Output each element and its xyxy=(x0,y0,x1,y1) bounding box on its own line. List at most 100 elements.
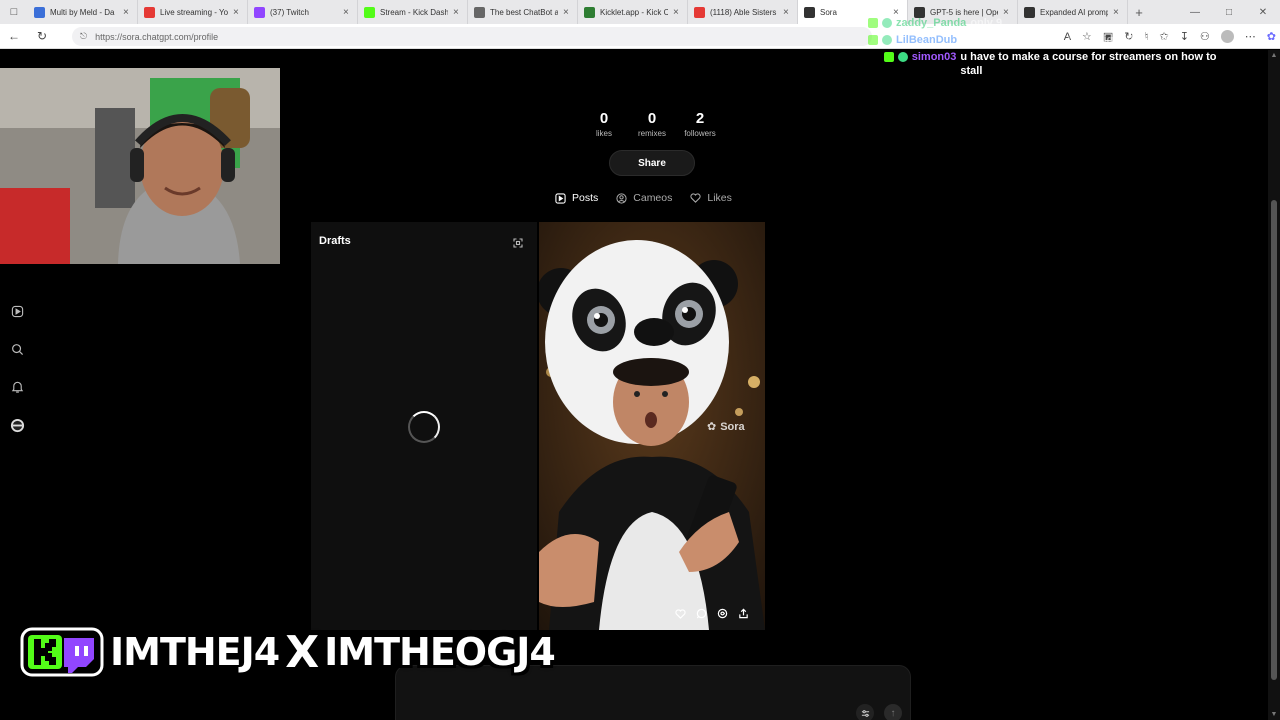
drafts-title: Drafts xyxy=(319,235,351,247)
profile-tabs: Posts Cameos Likes xyxy=(555,192,732,204)
browser-tab[interactable]: Kicklet.app - Kick C × xyxy=(578,0,688,24)
stat-label: followers xyxy=(684,129,716,138)
tab-label: Likes xyxy=(707,192,732,204)
stat-likes: 0 likes xyxy=(580,110,628,138)
send-arrow-icon[interactable]: ↑ xyxy=(884,704,902,720)
tab-favicon-icon xyxy=(34,6,45,18)
watermark-text: Sora xyxy=(720,420,745,433)
chat-username: simon03 xyxy=(911,51,957,63)
scroll-thumb[interactable] xyxy=(1271,200,1277,680)
browser-tab[interactable]: Stream - Kick Dashl × xyxy=(358,0,468,24)
scroll-down-icon[interactable]: ▼ xyxy=(1268,711,1280,718)
tab-posts[interactable]: Posts xyxy=(555,192,598,204)
tab-label: Kicklet.app - Kick C xyxy=(600,7,668,17)
site-info-icon[interactable]: ⎋ xyxy=(80,31,87,42)
drafts-card[interactable]: Drafts xyxy=(311,222,537,630)
tab-likes[interactable]: Likes xyxy=(690,192,732,204)
expand-icon[interactable] xyxy=(513,235,523,253)
share-upload-icon[interactable] xyxy=(738,606,749,624)
tab-label: The best ChatBot ar xyxy=(490,7,558,17)
sora-watermark: ✿ Sora xyxy=(707,420,745,434)
url-field[interactable]: ⎋ https://sora.chatgpt.com/profile xyxy=(72,27,872,46)
page-scrollbar[interactable]: ▲ ▼ xyxy=(1268,50,1280,720)
profile-avatar-icon[interactable] xyxy=(8,416,26,434)
tab-close-icon[interactable]: × xyxy=(783,7,791,18)
kick-badge-icon xyxy=(868,35,878,45)
chat-username: zaddy_Panda xyxy=(896,17,967,29)
stat-label: remixes xyxy=(637,129,666,138)
settings-sliders-icon[interactable] xyxy=(856,704,874,720)
kick-badge-icon xyxy=(868,18,878,28)
home-icon[interactable] xyxy=(8,302,26,320)
tab-favicon-icon xyxy=(254,6,265,18)
tab-label: (37) Twitch xyxy=(270,7,309,17)
tab-close-icon[interactable]: × xyxy=(563,7,571,18)
tab-close-icon[interactable]: × xyxy=(123,7,131,18)
chat-message: simon03 u have to make a course for strea… xyxy=(868,50,1238,78)
tab-label: Multi by Meld - Da xyxy=(50,7,115,17)
browser-tab[interactable]: (37) Twitch × xyxy=(248,0,358,24)
refresh-icon[interactable]: ↻ xyxy=(28,24,56,49)
tab-favicon-icon xyxy=(144,6,155,18)
left-nav xyxy=(5,302,29,434)
profile-stats: 0 likes 0 remixes 2 followers xyxy=(580,110,724,138)
stat-value: 2 xyxy=(695,110,705,127)
video-post-card[interactable]: ✿ Sora xyxy=(539,222,765,630)
banner-name-right: IMTHEOGJ4 xyxy=(324,630,556,674)
chat-text: only 9 xyxy=(970,17,1003,29)
tab-close-icon[interactable]: × xyxy=(233,7,241,18)
banner-separator: X xyxy=(285,626,319,678)
streamer-name-banner: IMTHEJ4 X IMTHEOGJ4 xyxy=(20,626,556,678)
browser-tab[interactable]: Multi by Meld - Da × xyxy=(28,0,138,24)
notifications-icon[interactable] xyxy=(8,378,26,396)
tab-close-icon[interactable]: × xyxy=(453,7,461,18)
verified-badge-icon xyxy=(882,18,892,28)
stat-followers[interactable]: 2 followers xyxy=(676,110,724,138)
copilot-icon[interactable]: ✿ xyxy=(1267,30,1276,43)
close-window-icon[interactable]: ✕ xyxy=(1246,0,1280,24)
tab-label: Live streaming - Yo xyxy=(160,7,228,17)
remix-icon[interactable] xyxy=(717,606,728,624)
tab-close-icon[interactable]: × xyxy=(343,7,351,18)
tab-favicon-icon xyxy=(804,6,815,18)
chat-username: LilBeanDub xyxy=(896,34,958,46)
chat-message: LilBeanDub u dont know how to use it righ… xyxy=(868,33,1248,47)
tab-label: Posts xyxy=(572,192,599,204)
cameos-icon xyxy=(616,192,627,204)
heart-icon xyxy=(690,193,701,203)
video-actions xyxy=(675,606,749,624)
chat-message: zaddy_Panda only 9 xyxy=(868,16,1248,30)
verified-badge-icon xyxy=(882,35,892,45)
tab-label: (1118) Able Sisters xyxy=(710,7,777,17)
tab-actions-icon[interactable]: □ xyxy=(0,0,28,24)
back-icon[interactable]: ← xyxy=(0,24,28,49)
kick-badge-icon xyxy=(884,52,894,62)
stat-value: 0 xyxy=(599,110,609,127)
verified-badge-icon xyxy=(897,52,908,62)
scroll-up-icon[interactable]: ▲ xyxy=(1268,52,1280,59)
chat-text: u dont know how to use it right thats wh… xyxy=(961,34,1178,46)
tab-favicon-icon xyxy=(474,6,485,18)
stat-value: 0 xyxy=(647,110,657,127)
tab-favicon-icon xyxy=(694,6,705,18)
stat-label: likes xyxy=(595,129,612,138)
webcam-feed xyxy=(0,68,280,264)
search-icon[interactable] xyxy=(8,340,26,358)
browser-tab[interactable]: Live streaming - Yo × xyxy=(138,0,248,24)
share-button[interactable]: Share xyxy=(609,150,695,176)
tab-favicon-icon xyxy=(364,6,375,18)
tab-close-icon[interactable]: × xyxy=(673,7,681,18)
sora-logo-icon: ✿ xyxy=(707,421,717,433)
banner-name-left: IMTHEJ4 xyxy=(110,630,280,674)
kick-twitch-logo xyxy=(20,627,104,677)
comment-icon[interactable] xyxy=(696,606,707,624)
posts-icon xyxy=(555,192,566,204)
tab-favicon-icon xyxy=(584,6,595,18)
loading-spinner xyxy=(408,411,440,443)
browser-tab[interactable]: The best ChatBot ar × xyxy=(468,0,578,24)
like-icon[interactable] xyxy=(675,606,686,624)
tab-cameos[interactable]: Cameos xyxy=(616,192,672,204)
browser-tab[interactable]: (1118) Able Sisters × xyxy=(688,0,798,24)
webcam-overlay xyxy=(0,68,280,264)
stream-chat-overlay: zaddy_Panda only 9 LilBeanDub u dont know h… xyxy=(868,16,1248,81)
